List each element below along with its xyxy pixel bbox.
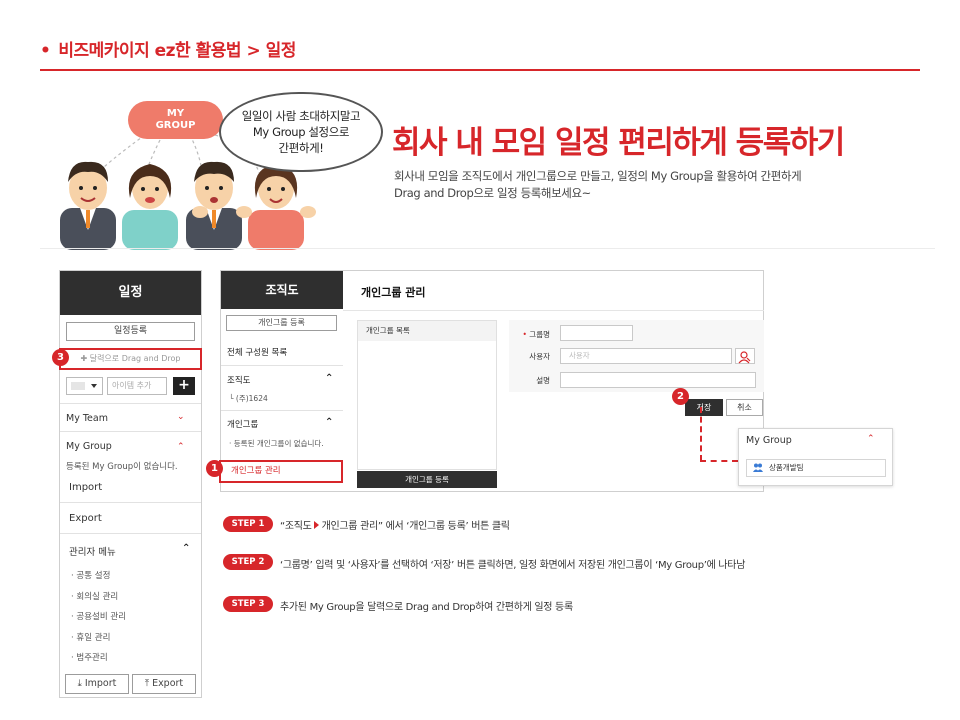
admin-item-meeting-room[interactable]: · 회의실 관리	[71, 590, 118, 602]
step-1-text: “조직도 개인그룹 관리” 에서 ‘개인그룹 등록’ 버튼 클릭	[280, 517, 510, 532]
all-members-link[interactable]: 전체 구성원 목록	[227, 346, 287, 358]
step-1-text-a: “조직도	[280, 521, 312, 532]
description-input[interactable]	[560, 372, 756, 388]
org-company-node[interactable]: └ (주)1624	[229, 393, 268, 404]
admin-item-holiday[interactable]: · 휴일 관리	[71, 631, 110, 643]
personal-group-register-button[interactable]: 개인그룹 등록	[226, 315, 337, 331]
org-tree-title[interactable]: 조직도	[227, 374, 250, 386]
title-text: 비즈메카이지 ez한 활용법 > 일정	[58, 41, 296, 61]
color-picker[interactable]	[66, 377, 103, 395]
speech-bubble: 일일이 사람 초대하지말고 My Group 설정으로 간편하게!	[219, 92, 383, 172]
org-divider	[221, 365, 343, 366]
group-register-button[interactable]: 개인그룹 등록	[357, 471, 497, 488]
my-group-empty-text: 등록된 My Group이 없습니다.	[66, 462, 178, 472]
personal-group-manage-link[interactable]: 개인그룹 관리	[219, 460, 343, 483]
description-label: 설명	[536, 376, 550, 385]
chevron-up-icon[interactable]: ⌃	[182, 543, 190, 554]
mygroup-bubble-line1: MY	[166, 108, 185, 119]
group-icon	[753, 463, 763, 472]
group-name-label: • 그룹명	[510, 329, 550, 340]
desc-line-1: 회사내 모임을 조직도에서 개인그룹으로 만들고, 일정의 My Group을 …	[394, 169, 802, 183]
group-list-header: 개인그룹 목록	[358, 321, 496, 341]
step-badge-2: 2	[672, 388, 689, 405]
group-list	[357, 320, 497, 470]
chevron-up-icon[interactable]: ⌃	[177, 442, 185, 452]
step-3-text: 추가된 My Group을 달력으로 Drag and Drop하여 간편하게 …	[280, 602, 573, 613]
sidebar-admin-menu[interactable]: 관리자 메뉴	[69, 544, 116, 558]
group-name-input[interactable]	[560, 325, 633, 341]
personal-group-title[interactable]: 개인그룹	[227, 418, 258, 430]
sidebar-divider	[60, 502, 201, 503]
sidebar-import[interactable]: Import	[69, 482, 102, 493]
chevron-up-icon[interactable]: ⌃	[325, 417, 333, 428]
cancel-button[interactable]: 취소	[726, 399, 763, 416]
title-bullet: •	[40, 41, 51, 61]
sidebar-export[interactable]: Export	[69, 513, 102, 524]
item-add-input[interactable]: 아이템 추가	[107, 377, 167, 395]
headline: 회사 내 모임 일정 편리하게 등록하기	[392, 125, 845, 161]
callout-title: My Group	[746, 435, 792, 446]
add-item-button[interactable]: +	[173, 377, 195, 395]
group-management-divider	[343, 310, 764, 311]
user-input[interactable]: 사용자	[560, 348, 732, 364]
chevron-down-icon[interactable]: ⌄	[177, 412, 185, 422]
dashed-connector	[700, 460, 738, 462]
caret-down-icon	[91, 384, 97, 388]
user-label: 사용자	[529, 352, 550, 361]
export-label: Export	[152, 678, 184, 689]
export-icon: ⤒	[144, 678, 150, 689]
import-label: Import	[84, 678, 117, 689]
callout-group-item[interactable]: 상품개발팀	[746, 459, 886, 477]
import-button[interactable]: ⤓ Import	[65, 674, 129, 694]
schedule-register-button[interactable]: 일정등록	[66, 322, 195, 341]
desc-line-2: Drag and Drop으로 일정 등록해보세요~	[394, 186, 591, 200]
triangle-right-icon	[313, 521, 319, 529]
hero-description: 회사내 모임을 조직도에서 개인그룹으로 만들고, 일정의 My Group을 …	[394, 168, 864, 202]
export-button[interactable]: ⤒ Export	[132, 674, 196, 694]
personal-group-empty-text: · 등록된 개인그룹이 없습니다.	[229, 439, 324, 448]
step-1-text-b: 개인그룹 관리” 에서 ‘개인그룹 등록’ 버튼 클릭	[321, 521, 510, 532]
step-badge-1: 1	[206, 460, 223, 477]
speech-line-3: 간편하게!	[278, 141, 324, 155]
sidebar-item-my-team[interactable]: My Team	[66, 413, 108, 424]
speech-line-2: My Group 설정으로	[252, 125, 350, 139]
admin-item-category[interactable]: · 범주관리	[71, 651, 108, 663]
speech-line-1: 일일이 사람 초대하지말고	[241, 109, 361, 123]
save-button[interactable]: 저장	[685, 399, 723, 416]
org-divider	[221, 410, 343, 411]
admin-item-common[interactable]: · 공통 설정	[71, 569, 110, 581]
step-2-pill: STEP 2	[223, 554, 273, 570]
sidebar-item-my-group[interactable]: My Group	[66, 441, 112, 452]
dashed-connector	[700, 407, 702, 461]
step-3-pill: STEP 3	[223, 596, 273, 612]
chevron-up-icon[interactable]: ⌃	[867, 434, 875, 444]
page-title: • 비즈메카이지 ez한 활용법 > 일정	[40, 36, 296, 61]
sidebar-divider	[60, 431, 201, 432]
import-icon: ⤓	[77, 678, 82, 689]
org-chart-title: 조직도	[221, 271, 343, 309]
group-management-title: 개인그룹 관리	[361, 286, 426, 299]
chevron-up-icon[interactable]: ⌃	[325, 373, 333, 384]
mygroup-bubble: MY GROUP	[128, 101, 223, 139]
group-name-label-text: 그룹명	[526, 330, 550, 339]
admin-item-equipment[interactable]: · 공용설비 관리	[71, 610, 126, 622]
hero-divider	[40, 248, 935, 249]
step-2-text: ‘그룹명’ 입력 및 ‘사용자’를 선택하여 ‘저장’ 버튼 클릭하면, 일정 …	[280, 560, 746, 571]
title-divider	[40, 69, 920, 71]
user-search-icon[interactable]	[735, 348, 755, 364]
drag-drop-hint[interactable]: ✚ 달력으로 Drag and Drop	[59, 348, 202, 370]
calendar-sidebar-title: 일정	[60, 271, 201, 315]
callout-group-label: 상품개발팀	[769, 463, 804, 472]
sidebar-divider	[60, 533, 201, 534]
mygroup-bubble-line2: GROUP	[155, 120, 196, 131]
sidebar-divider	[60, 403, 201, 404]
step-badge-3: 3	[52, 349, 69, 366]
color-swatch	[71, 382, 85, 390]
step-1-pill: STEP 1	[223, 516, 273, 532]
